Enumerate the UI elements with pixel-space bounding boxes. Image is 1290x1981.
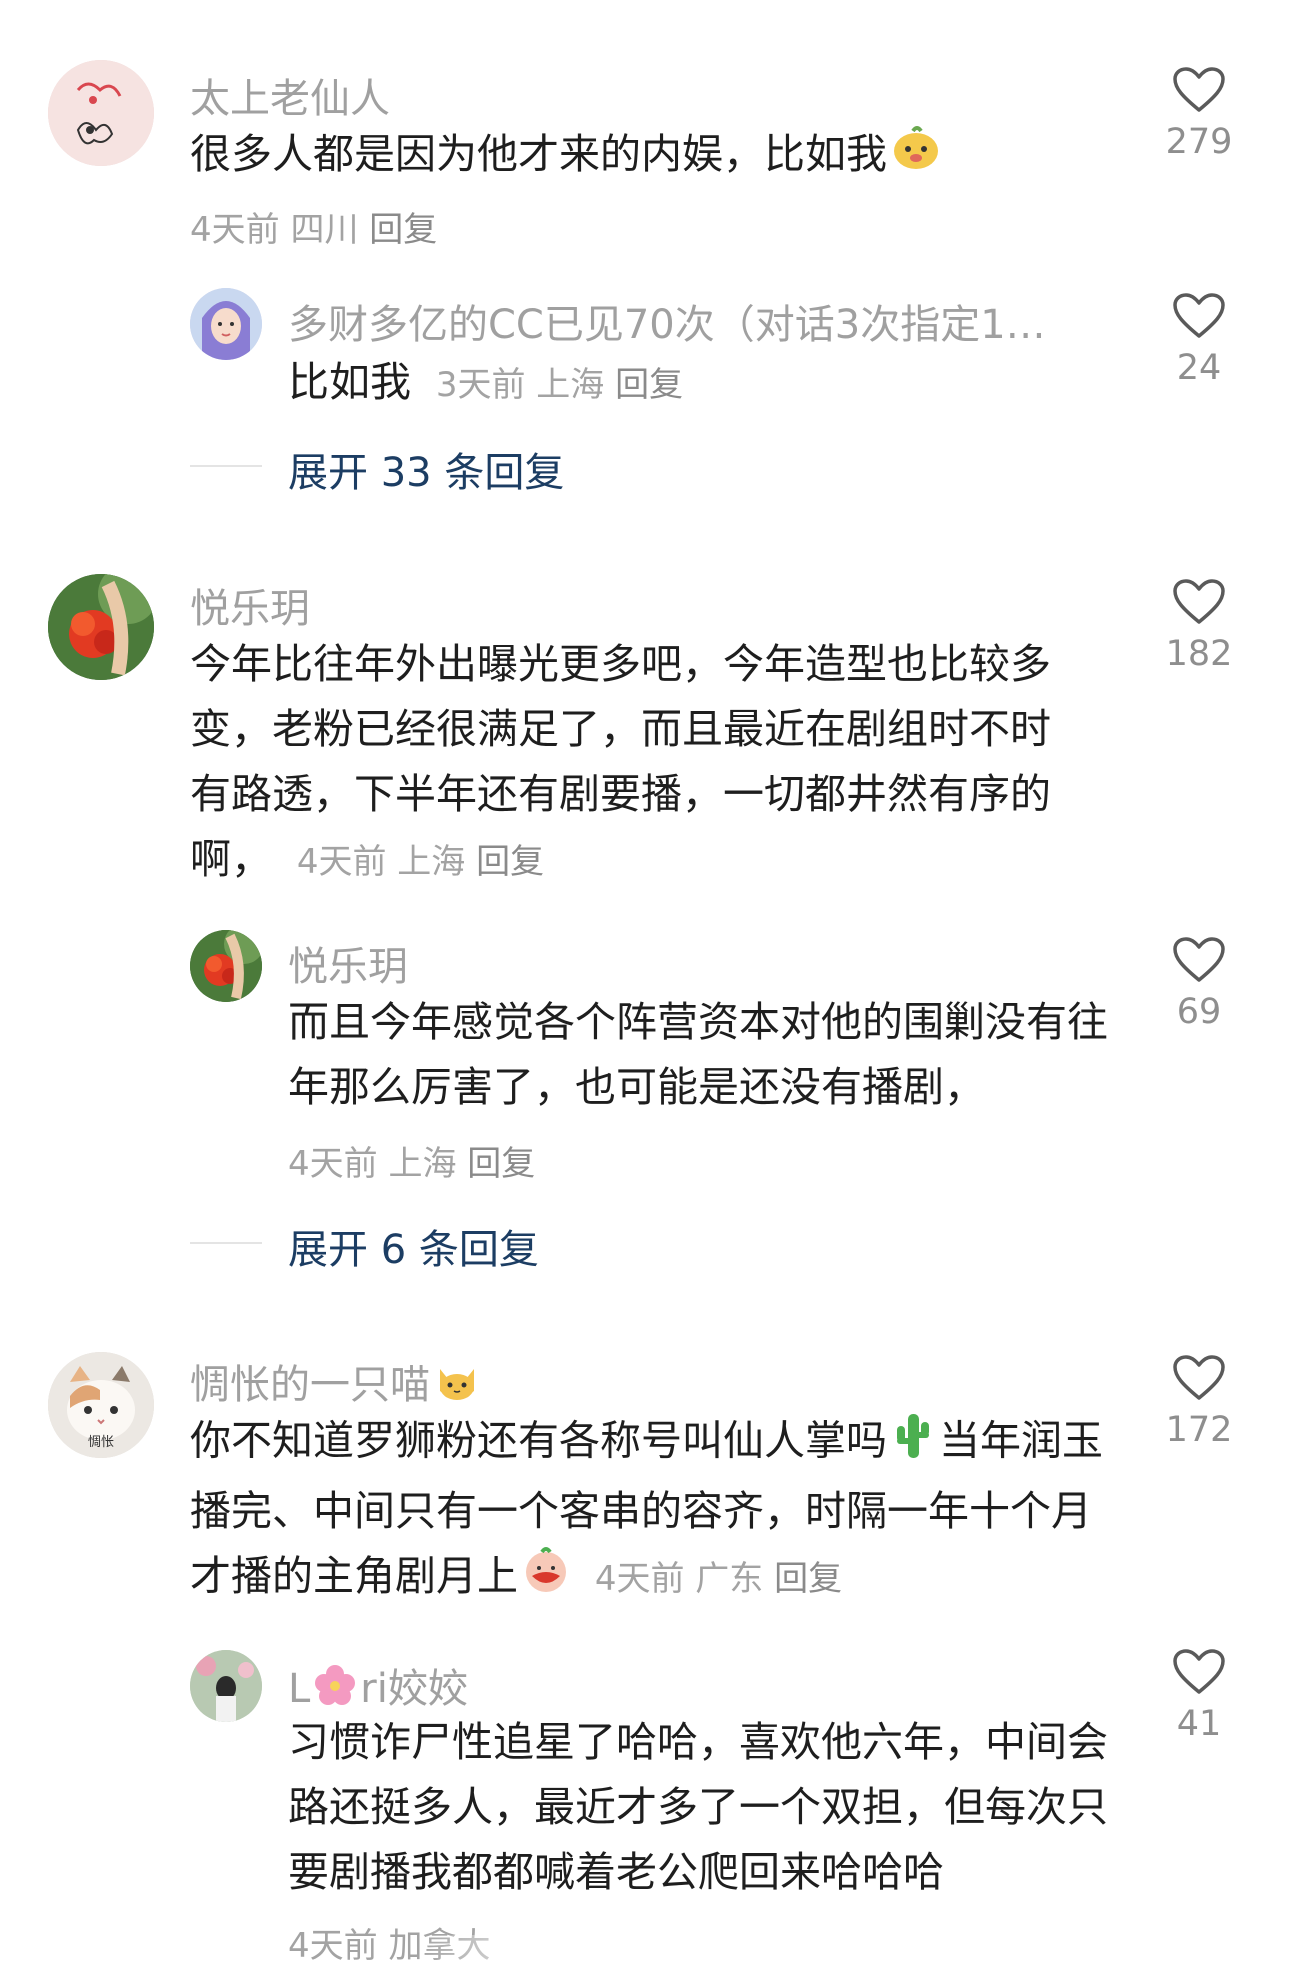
comment-username[interactable]: 太上老仙人 — [190, 66, 390, 124]
like-button[interactable]: 41 — [1139, 1648, 1259, 1744]
comment-time: 4天前 — [296, 842, 387, 882]
cactus-emoji — [893, 1408, 933, 1479]
comment-meta: 4天前 上海 回复 — [286, 842, 544, 882]
reply-meta: 3天前 上海 回复 — [425, 365, 683, 405]
comment-body: 很多人都是因为他才来的内娱，比如我 — [190, 130, 887, 178]
divider — [190, 465, 262, 467]
face-emoji — [891, 123, 941, 192]
like-count: 69 — [1176, 992, 1222, 1032]
heart-outline-icon — [1173, 293, 1225, 338]
avatar[interactable] — [190, 288, 262, 360]
reply-button[interactable]: 回复 — [615, 365, 683, 405]
reply-text: 习惯诈尸性追星了哈哈，喜欢他六年，中间会路还挺多人，最近才多了一个双担，但每次只… — [288, 1718, 1108, 1896]
comment-time: 4天前 — [594, 1559, 685, 1599]
like-button[interactable]: 69 — [1139, 936, 1259, 1032]
reply-time: 4天前 — [288, 1926, 378, 1966]
comment-location: 四川 — [290, 210, 359, 250]
comment-text: 今年比往年外出曝光更多吧，今年造型也比较多变，老粉已经很满足了，而且最近在剧组时… — [190, 632, 1090, 895]
reply-button[interactable]: 回复 — [774, 1559, 842, 1599]
reply-time: 4天前 — [288, 1144, 378, 1184]
like-button[interactable]: 182 — [1139, 578, 1259, 674]
reply-meta: 4天前 上海 回复 — [288, 1136, 535, 1185]
comment-meta: 4天前 广东 回复 — [584, 1559, 842, 1599]
like-count: 172 — [1165, 1410, 1233, 1450]
avatar[interactable] — [48, 574, 154, 680]
reply-text: 而且今年感觉各个阵营资本对他的围剿没有往年那么厉害了，也可能是还没有播剧， — [288, 998, 1108, 1111]
reply-username-part: ri姣姣 — [360, 1666, 468, 1712]
heart-outline-icon — [1173, 67, 1225, 112]
heart-outline-icon — [1173, 1649, 1225, 1694]
heart-outline-icon — [1173, 937, 1225, 982]
like-button[interactable]: 172 — [1139, 1354, 1259, 1450]
comment-text: 你不知道罗狮粉还有各称号叫仙人掌吗 当年润玉播完、中间只有一个客串的容齐，时隔一… — [190, 1408, 1120, 1613]
reply-button[interactable]: 回复 — [369, 210, 437, 250]
reply-text: 比如我 3天前 上海 回复 — [288, 350, 683, 418]
reply-button[interactable]: 回复 — [467, 1144, 535, 1184]
avatar[interactable] — [190, 1650, 262, 1722]
like-button[interactable]: 24 — [1139, 292, 1259, 388]
like-count: 24 — [1176, 348, 1222, 388]
comment-body-part: 你不知道罗狮粉还有各称号叫仙人掌吗 — [190, 1416, 887, 1465]
comment-username[interactable]: 惆怅的一只喵 — [190, 1352, 480, 1415]
expand-replies-button[interactable]: 展开 6 条回复 — [288, 1217, 539, 1275]
like-button[interactable]: 279 — [1139, 66, 1259, 162]
divider — [190, 1242, 262, 1244]
comment-meta: 4天前 四川 回复 — [190, 202, 437, 251]
reply-button[interactable]: 回复 — [476, 842, 544, 882]
like-count: 41 — [1176, 1704, 1222, 1744]
avatar[interactable] — [190, 930, 262, 1002]
reply-time: 3天前 — [435, 365, 526, 405]
watermark-fade — [420, 1935, 860, 1981]
reply-location: 上海 — [536, 365, 605, 405]
avatar-caption: 惆怅 — [87, 1435, 114, 1450]
like-count: 182 — [1165, 634, 1233, 674]
comment-username-text: 惆怅的一只喵 — [190, 1362, 430, 1408]
reply-username[interactable]: 多财多亿的CC已见70次（对话3次指定1… — [288, 292, 1118, 350]
avatar[interactable]: 惆怅 — [48, 1352, 154, 1458]
comment-list: 太上老仙人 很多人都是因为他才来的内娱，比如我 4天前 四川 回复 279 多财… — [0, 0, 1290, 1981]
reply-body: 比如我 — [288, 358, 411, 406]
expand-replies-button[interactable]: 展开 33 条回复 — [288, 440, 564, 498]
comment-username[interactable]: 悦乐玥 — [190, 576, 310, 634]
cat-emoji — [434, 1359, 480, 1415]
avatar[interactable] — [48, 60, 154, 166]
comment-location: 上海 — [397, 842, 466, 882]
reply-location: 上海 — [388, 1144, 457, 1184]
comment-text: 很多人都是因为他才来的内娱，比如我 — [190, 122, 970, 192]
heart-outline-icon — [1173, 1355, 1225, 1400]
moustache-face-emoji — [522, 1546, 570, 1613]
reply-username[interactable]: 悦乐玥 — [288, 934, 408, 992]
comment-location: 广东 — [695, 1559, 764, 1599]
comment-time: 4天前 — [190, 210, 280, 250]
like-count: 279 — [1165, 122, 1233, 162]
reply-username-part: L — [288, 1666, 311, 1712]
heart-outline-icon — [1173, 579, 1225, 624]
